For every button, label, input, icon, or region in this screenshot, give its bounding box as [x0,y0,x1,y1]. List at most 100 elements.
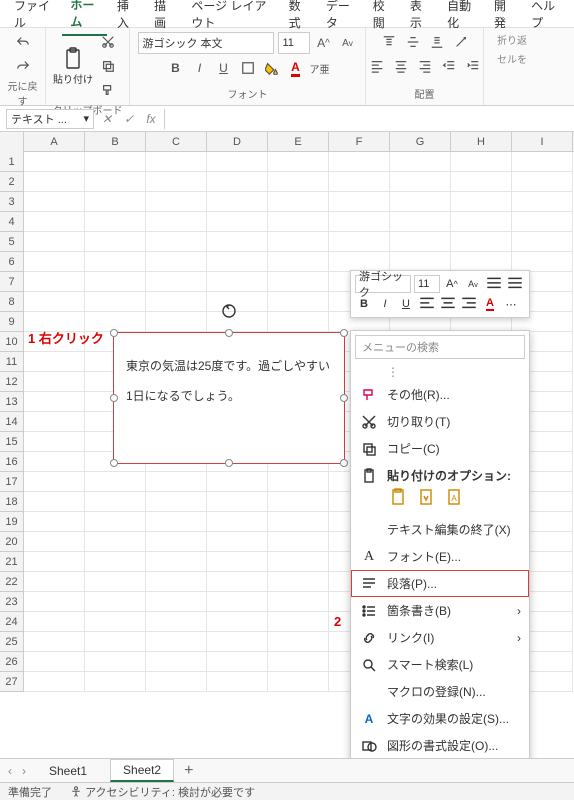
cell[interactable] [451,212,512,232]
cell[interactable] [24,432,85,452]
cell[interactable] [24,652,85,672]
row-header[interactable]: 6 [0,252,24,272]
cell[interactable] [268,252,329,272]
row-header[interactable]: 2 [0,172,24,192]
cell[interactable] [268,652,329,672]
row-header[interactable]: 27 [0,672,24,692]
cell[interactable] [207,592,268,612]
cell[interactable] [207,612,268,632]
cell[interactable] [268,472,329,492]
cell[interactable] [207,672,268,692]
status-accessibility[interactable]: アクセシビリティ: 検討が必要です [70,784,255,800]
cell[interactable] [268,172,329,192]
cell[interactable] [85,672,146,692]
italic-button[interactable]: I [190,58,210,78]
resize-handle[interactable] [110,459,118,467]
cell[interactable] [85,652,146,672]
align-right-button[interactable] [415,56,435,76]
cell[interactable] [329,192,390,212]
cell[interactable] [146,272,207,292]
resize-handle[interactable] [225,459,233,467]
cell[interactable] [24,552,85,572]
mini-grow-font[interactable]: A^ [443,275,461,293]
format-painter-button[interactable] [98,80,118,100]
cell[interactable] [24,392,85,412]
cell[interactable] [24,672,85,692]
cell[interactable] [512,192,573,212]
merge-cell-button[interactable]: セルを [497,51,527,66]
font-color-button[interactable]: A [286,58,306,78]
row-header[interactable]: 26 [0,652,24,672]
fx-icon[interactable]: fx [142,110,160,128]
ctx-font[interactable]: A フォント(E)... [351,543,529,570]
cell[interactable] [24,512,85,532]
cell[interactable] [329,212,390,232]
cell[interactable] [268,552,329,572]
cell[interactable] [24,192,85,212]
cell[interactable] [85,492,146,512]
cell[interactable] [512,232,573,252]
cell[interactable] [146,152,207,172]
underline-button[interactable]: U [214,58,234,78]
cell[interactable] [85,232,146,252]
col-header[interactable]: C [146,132,207,151]
cell[interactable] [146,232,207,252]
row-header[interactable]: 10 [0,332,24,352]
ctx-other[interactable]: その他(R)... [351,381,529,408]
cell[interactable] [390,172,451,192]
cell[interactable] [24,592,85,612]
cell[interactable] [85,152,146,172]
name-box[interactable]: テキスト ...▾ [6,109,94,129]
cell[interactable] [329,232,390,252]
cell[interactable] [268,632,329,652]
align-left-button[interactable] [367,56,387,76]
orientation-button[interactable] [451,32,471,52]
mini-font-color[interactable]: A [481,295,499,313]
cell[interactable] [146,512,207,532]
decrease-indent-button[interactable] [439,56,459,76]
cell[interactable] [146,532,207,552]
row-header[interactable]: 12 [0,372,24,392]
cell[interactable] [24,352,85,372]
border-button[interactable] [238,58,258,78]
paste-button[interactable]: 貼り付け [52,38,94,94]
cell[interactable] [24,492,85,512]
row-header[interactable]: 7 [0,272,24,292]
resize-handle[interactable] [340,329,348,337]
sheet-tab-1[interactable]: Sheet1 [36,760,100,782]
rotate-handle-icon[interactable] [220,302,238,320]
cell[interactable] [24,472,85,492]
row-header[interactable]: 1 [0,152,24,172]
cell[interactable] [24,172,85,192]
row-header[interactable]: 19 [0,512,24,532]
textbox-content[interactable]: 東京の気温は25度です。過ごしやすい 1日になるでしょう。 [114,333,344,429]
cell[interactable] [85,292,146,312]
cell[interactable] [512,252,573,272]
bold-button[interactable]: B [166,58,186,78]
col-header[interactable]: E [268,132,329,151]
cell[interactable] [146,572,207,592]
copy-button[interactable] [98,56,118,76]
phonetic-button[interactable]: ア亜 [310,58,330,78]
cell[interactable] [207,252,268,272]
cell[interactable] [268,612,329,632]
cell[interactable] [268,592,329,612]
col-header[interactable]: D [207,132,268,151]
cell[interactable] [207,272,268,292]
formula-input[interactable] [164,109,568,129]
mini-more[interactable]: ⋯ [502,295,520,313]
cell[interactable] [24,252,85,272]
col-header[interactable]: A [24,132,85,151]
cell[interactable] [146,212,207,232]
cell[interactable] [85,472,146,492]
cell[interactable] [85,572,146,592]
cell[interactable] [207,652,268,672]
cell[interactable] [24,272,85,292]
align-center-button[interactable] [391,56,411,76]
cell[interactable] [268,192,329,212]
cell[interactable] [207,232,268,252]
sheet-nav-prev[interactable]: ‹ [8,764,12,778]
cell[interactable] [146,612,207,632]
fill-color-button[interactable] [262,58,282,78]
mini-indent-dec[interactable] [485,275,503,293]
